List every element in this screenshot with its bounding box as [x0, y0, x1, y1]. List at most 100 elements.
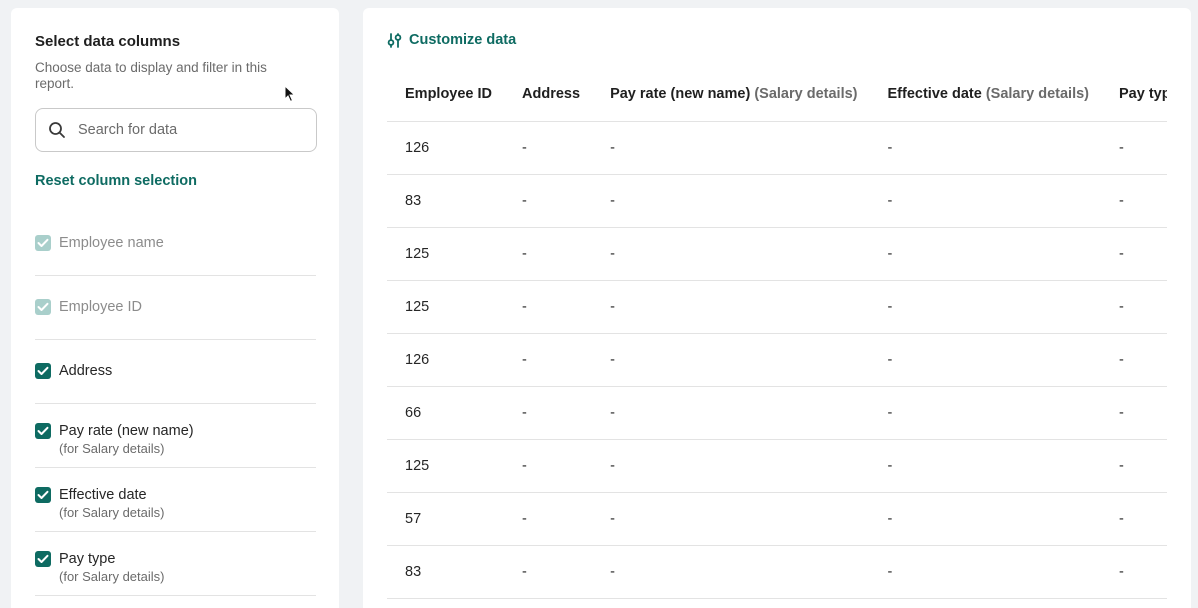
check-icon	[37, 490, 49, 499]
report-table: Employee ID Address Pay rate (new name) (S…	[387, 68, 1167, 599]
table-cell: 57	[387, 492, 505, 546]
column-option[interactable]: Effective date (for Salary details)	[35, 468, 316, 532]
table-cell: -	[869, 492, 1101, 546]
column-header: Pay type (Salary details)	[1101, 68, 1167, 122]
table-cell: -	[869, 227, 1101, 281]
search-box[interactable]	[35, 108, 317, 152]
table-cell: -	[592, 121, 870, 175]
table-cell: 125	[387, 439, 505, 493]
column-checkbox[interactable]	[35, 487, 51, 503]
panel-description: Choose data to display and filter in thi…	[35, 60, 267, 91]
column-option-label: Pay type	[59, 551, 116, 567]
check-icon	[37, 366, 49, 375]
panel-title: Select data columns	[35, 33, 181, 50]
table-cell: -	[504, 492, 593, 546]
column-header: Address	[504, 68, 593, 122]
sliders-icon	[387, 32, 402, 48]
table-cell: -	[592, 545, 870, 599]
table-cell: -	[592, 386, 870, 440]
table-cell: -	[592, 280, 870, 334]
column-checkbox-list: Employee name Employee ID Address Pay rate …	[35, 212, 316, 596]
search-icon	[49, 122, 65, 138]
column-option-text: Pay rate (new name) (for Salary details)	[59, 422, 194, 457]
table-cell: -	[592, 492, 870, 546]
column-option[interactable]: Address	[35, 340, 316, 404]
check-icon	[37, 554, 49, 563]
table-cell: -	[869, 439, 1101, 493]
column-header-qualifier: (Salary details)	[754, 86, 858, 103]
report-preview-panel: Customize data Employee ID Address Pay rat…	[363, 8, 1191, 608]
table-cell: -	[869, 280, 1101, 334]
table-cell: -	[1101, 333, 1167, 387]
table-cell: -	[504, 121, 593, 175]
table-row: 83- - - -	[387, 545, 1167, 599]
table-cell: -	[869, 333, 1101, 387]
column-header-name: Employee ID	[405, 86, 493, 103]
customize-data-label: Customize data	[409, 32, 517, 48]
report-table-container[interactable]: Employee ID Address Pay rate (new name) (S…	[387, 68, 1167, 599]
column-checkbox[interactable]	[35, 363, 51, 379]
column-option-sublabel: (for Salary details)	[59, 505, 165, 520]
check-icon	[37, 302, 49, 311]
column-header-name: Effective date	[887, 86, 982, 103]
table-cell: -	[504, 386, 593, 440]
column-checkbox[interactable]	[35, 423, 51, 439]
table-cell: -	[1101, 227, 1167, 281]
column-header-name: Address	[522, 86, 581, 103]
search-input[interactable]	[78, 122, 298, 138]
column-option[interactable]: Pay type (for Salary details)	[35, 532, 316, 596]
table-cell: -	[504, 439, 593, 493]
table-cell: -	[592, 439, 870, 493]
table-row: 126- - - -	[387, 121, 1167, 175]
column-option-label: Address	[59, 363, 113, 379]
column-option-text: Address	[59, 362, 112, 380]
column-checkbox	[35, 299, 51, 315]
table-body: 126- - - -83- - - -125- - - -125- - - -126- - - -66- - - -…	[387, 121, 1167, 599]
table-row: 125- - - -	[387, 439, 1167, 493]
column-checkbox	[35, 235, 51, 251]
table-cell: -	[1101, 545, 1167, 599]
table-cell: -	[869, 386, 1101, 440]
table-cell: 83	[387, 174, 505, 228]
table-row: 66- - - -	[387, 386, 1167, 440]
column-option-text: Employee ID	[59, 298, 142, 316]
column-option-label: Pay rate (new name)	[59, 423, 194, 439]
column-header: Effective date (Salary details)	[869, 68, 1101, 122]
reset-column-selection-link[interactable]: Reset column selection	[35, 172, 315, 190]
table-row: 125- - - -	[387, 280, 1167, 334]
column-option-label: Employee name	[59, 235, 164, 251]
table-cell: -	[1101, 439, 1167, 493]
mouse-cursor-icon	[284, 85, 296, 103]
column-option-text: Pay type (for Salary details)	[59, 550, 164, 585]
column-checkbox[interactable]	[35, 551, 51, 567]
column-header-qualifier: (Salary details)	[985, 86, 1089, 103]
table-cell: 126	[387, 121, 505, 175]
table-row: 83- - - -	[387, 174, 1167, 228]
table-cell: -	[504, 333, 593, 387]
table-cell: -	[504, 227, 593, 281]
table-cell: -	[1101, 386, 1167, 440]
table-cell: 126	[387, 333, 505, 387]
table-cell: 83	[387, 545, 505, 599]
check-icon	[37, 238, 49, 247]
table-cell: 125	[387, 227, 505, 281]
table-cell: -	[1101, 174, 1167, 228]
column-header: Employee ID	[387, 68, 505, 122]
table-cell: -	[504, 545, 593, 599]
table-cell: -	[504, 174, 593, 228]
table-cell: -	[869, 545, 1101, 599]
column-header: Pay rate (new name) (Salary details)	[592, 68, 870, 122]
table-cell: -	[1101, 280, 1167, 334]
table-cell: -	[1101, 492, 1167, 546]
column-option-sublabel: (for Salary details)	[59, 569, 165, 584]
column-option: Employee name	[35, 212, 316, 276]
column-option-sublabel: (for Salary details)	[59, 441, 165, 456]
table-header-row: Employee ID Address Pay rate (new name) (S…	[387, 68, 1167, 122]
customize-data-button[interactable]: Customize data	[387, 32, 516, 48]
column-option[interactable]: Pay rate (new name) (for Salary details)	[35, 404, 316, 468]
table-cell: 125	[387, 280, 505, 334]
column-header-name: Pay rate (new name)	[610, 86, 751, 103]
column-option-label: Employee ID	[59, 299, 143, 315]
table-row: 126- - - -	[387, 333, 1167, 387]
table-cell: -	[592, 174, 870, 228]
